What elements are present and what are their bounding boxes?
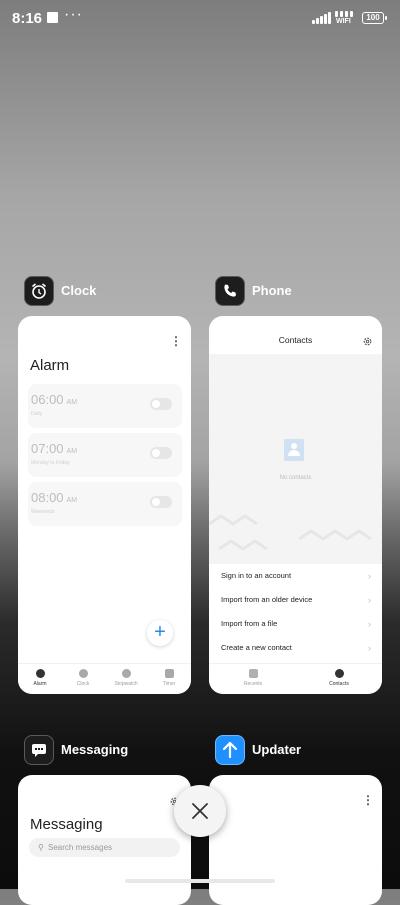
alarm-repeat: Weekends: [31, 509, 55, 515]
close-icon: [192, 803, 208, 819]
clock-tab-icon: [78, 669, 88, 678]
tab-clock[interactable]: Clock: [65, 669, 101, 687]
updater-app-header[interactable]: Updater: [215, 735, 365, 765]
contacts-empty-area: No contacts: [209, 354, 382, 564]
close-all-button[interactable]: [174, 785, 226, 837]
clock-app-header[interactable]: Clock: [24, 276, 174, 306]
clock-app-card[interactable]: ⋮ Alarm 06:00 AM Daily 07:00 AM Monday to …: [18, 316, 191, 694]
tab-contacts[interactable]: Contacts: [321, 669, 357, 687]
add-alarm-button[interactable]: +: [147, 620, 173, 646]
recents-tab-icon: [248, 669, 258, 678]
alarm-toggle[interactable]: [150, 398, 172, 410]
alarm-item[interactable]: 07:00 AM Monday to Friday: [28, 433, 182, 477]
tab-label: Clock: [76, 681, 90, 687]
upload-arrow-icon: [215, 735, 245, 765]
messaging-app-card[interactable]: Messaging ⚲ Search messages: [18, 775, 191, 905]
tab-label: Stopwatch: [114, 681, 138, 687]
import-older-device-option[interactable]: Import from an older device ›: [221, 588, 371, 612]
message-bubble-icon: [24, 735, 54, 765]
phone-icon: [215, 276, 245, 306]
tab-recents[interactable]: Recents: [235, 669, 271, 687]
alarm-clock-icon: [24, 276, 54, 306]
updater-app-card[interactable]: ⋮: [209, 775, 382, 905]
search-placeholder: Search messages: [48, 843, 113, 852]
clock-tab-bar: Alarm Clock Stopwatch Timer: [18, 663, 191, 694]
updater-app-name: Updater: [252, 742, 302, 757]
messaging-app-name: Messaging: [61, 742, 129, 757]
phone-app-card[interactable]: Contacts No contacts Sign in to an accou…: [209, 316, 382, 694]
more-notifications-icon: ···: [64, 6, 83, 23]
contacts-options-list: Sign in to an account › Import from an ol…: [209, 564, 382, 664]
import-file-option[interactable]: Import from a file ›: [221, 612, 371, 636]
decorative-pattern: [209, 514, 372, 551]
settings-gear-icon[interactable]: [362, 334, 373, 352]
more-options-icon[interactable]: ⋮: [170, 334, 182, 348]
contacts-title: Contacts: [278, 335, 313, 345]
alarm-ampm: AM: [66, 448, 78, 455]
more-options-icon[interactable]: ⋮: [362, 793, 374, 807]
chevron-right-icon: ›: [368, 571, 371, 581]
tab-label: Recents: [243, 681, 263, 687]
messaging-app-header[interactable]: Messaging: [24, 735, 174, 765]
alarm-time: 06:00: [31, 392, 64, 407]
sign-in-option[interactable]: Sign in to an account ›: [221, 564, 371, 588]
notification-icon: [47, 12, 58, 23]
wifi-label: WIFI: [336, 18, 351, 25]
chevron-right-icon: ›: [368, 619, 371, 629]
phone-app-name: Phone: [252, 283, 292, 298]
tab-label: Alarm: [33, 681, 47, 687]
phone-tab-bar: Recents Contacts: [209, 663, 382, 694]
tab-timer[interactable]: Timer: [151, 669, 187, 687]
create-contact-option[interactable]: Create a new contact ›: [221, 636, 371, 660]
alarm-title: Alarm: [30, 357, 70, 374]
contacts-tab-icon: [334, 669, 344, 678]
chevron-right-icon: ›: [368, 595, 371, 605]
alarm-toggle[interactable]: [150, 447, 172, 459]
stopwatch-tab-icon: [121, 669, 131, 678]
alarm-toggle[interactable]: [150, 496, 172, 508]
status-bar: 8:16 ··· WIFI 100: [0, 0, 400, 36]
option-label: Import from a file: [221, 619, 278, 628]
timer-tab-icon: [164, 669, 174, 678]
search-icon: ⚲: [38, 843, 44, 852]
tab-stopwatch[interactable]: Stopwatch: [108, 669, 144, 687]
alarm-item[interactable]: 06:00 AM Daily: [28, 384, 182, 428]
alarm-item[interactable]: 08:00 AM Weekends: [28, 482, 182, 526]
no-contacts-text: No contacts: [279, 475, 312, 481]
clock-app-name: Clock: [61, 283, 97, 298]
tab-label: Timer: [162, 681, 176, 687]
option-label: Create a new contact: [221, 643, 292, 652]
home-indicator[interactable]: [125, 879, 275, 883]
option-label: Sign in to an account: [221, 571, 292, 580]
wifi-icon: WIFI: [335, 10, 359, 26]
alarm-repeat: Daily: [31, 411, 43, 417]
phone-app-header[interactable]: Phone: [215, 276, 365, 306]
tab-label: Contacts: [329, 681, 349, 687]
alarm-time: 07:00: [31, 441, 64, 456]
signal-icon: [312, 12, 332, 24]
alarm-ampm: AM: [66, 497, 78, 504]
tab-alarm[interactable]: Alarm: [22, 669, 58, 687]
status-time: 8:16: [12, 10, 43, 27]
alarm-ampm: AM: [66, 399, 78, 406]
messaging-title: Messaging: [30, 816, 103, 833]
chevron-right-icon: ›: [368, 643, 371, 653]
alarm-repeat: Monday to Friday: [31, 460, 70, 466]
alarm-tab-icon: [35, 669, 45, 678]
option-label: Import from an older device: [221, 595, 313, 604]
battery-icon: 100: [362, 12, 387, 24]
alarm-time: 08:00: [31, 490, 64, 505]
contact-placeholder-icon: [284, 439, 304, 461]
search-messages-input[interactable]: ⚲ Search messages: [29, 838, 180, 857]
